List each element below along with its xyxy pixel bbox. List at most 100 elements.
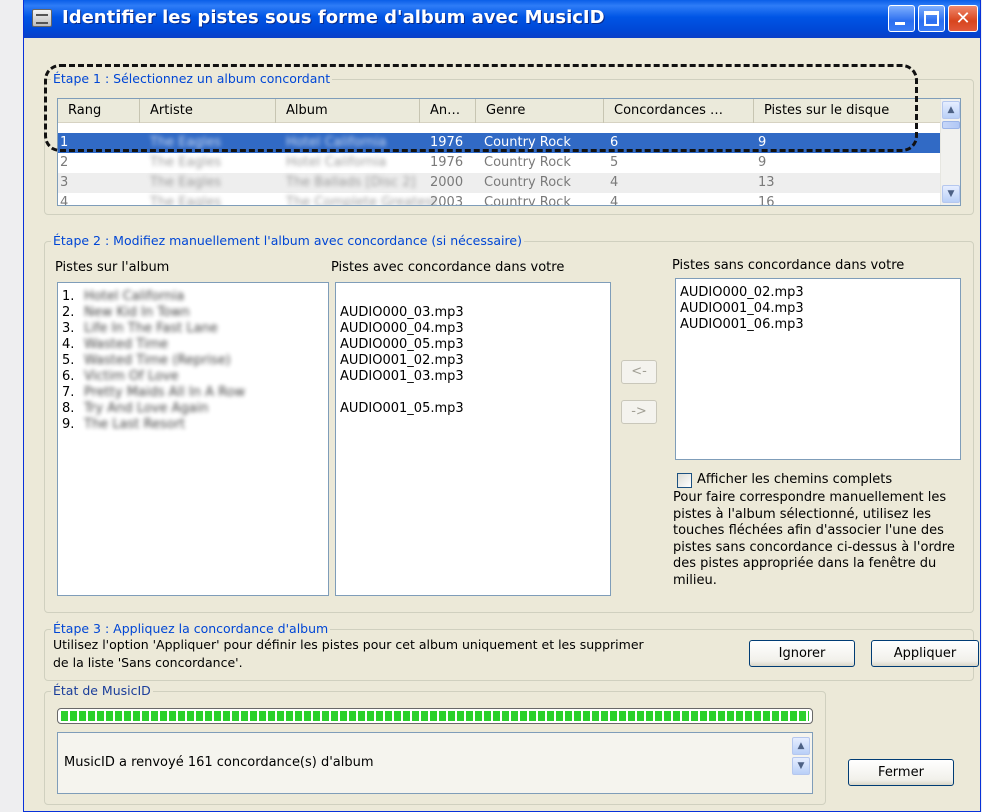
close-window-button[interactable]: ✕ — [948, 5, 978, 32]
table-header: Rang Artiste Album An… Genre Concordance… — [58, 99, 958, 123]
apply-button[interactable]: Appliquer — [871, 640, 979, 667]
cell-year: 2003 — [430, 195, 464, 206]
cell-tracks: 9 — [758, 155, 767, 170]
manual-match-help-text: Pour faire correspondre manuellement les… — [673, 490, 955, 588]
list-item[interactable]: AUDIO001_02.mp3 — [340, 353, 606, 369]
show-full-paths-checkbox[interactable] — [677, 473, 692, 488]
scroll-down-icon[interactable]: ▼ — [942, 185, 960, 203]
cell-genre: Country Rock — [484, 195, 571, 206]
step2-label: Étape 2 : Modifiez manuellement l'album … — [51, 233, 524, 248]
minimize-icon — [895, 22, 905, 25]
track-number: 3. — [62, 321, 75, 336]
list-item[interactable]: AUDIO001_04.mp3 — [680, 301, 956, 317]
unmatched-tracks-list[interactable]: AUDIO000_02.mp3 AUDIO001_04.mp3 AUDIO001… — [675, 278, 961, 460]
step2-group: Étape 2 : Modifiez manuellement l'album … — [44, 233, 974, 613]
column-header-genre[interactable]: Genre — [476, 99, 604, 123]
maximize-icon — [924, 11, 939, 26]
list-item[interactable]: 3. Life In The Fast Lane — [62, 321, 324, 337]
track-number: 9. — [62, 417, 75, 432]
move-right-button[interactable]: -> — [621, 400, 657, 424]
column-header-matches[interactable]: Concordances … — [604, 99, 754, 123]
column-header-rank[interactable]: Rang — [58, 99, 140, 123]
track-number: 5. — [62, 353, 75, 368]
list-item[interactable]: 9. The Last Resort — [62, 417, 324, 433]
column-header-artist[interactable]: Artiste — [140, 99, 276, 123]
matched-tracks-label: Pistes avec concordance dans votre — [331, 260, 565, 275]
table-row[interactable]: 2 The Eagles Hotel California 1976 Count… — [58, 153, 958, 173]
cell-genre: Country Rock — [484, 175, 571, 190]
column-header-disc-tracks[interactable]: Pistes sur le disque — [754, 99, 944, 123]
track-number: 2. — [62, 305, 75, 320]
list-item[interactable]: AUDIO000_03.mp3 — [340, 305, 606, 321]
step3-description-line1: Utilisez l'option 'Appliquer' pour défin… — [53, 637, 644, 652]
progress-fill — [61, 711, 809, 721]
cell-matches: 6 — [610, 135, 619, 150]
cell-year: 2000 — [430, 175, 464, 190]
cell-rank: 3 — [60, 175, 69, 190]
table-row[interactable]: 4 The Eagles The Complete Greatest 2003 … — [58, 193, 958, 206]
list-item[interactable] — [340, 385, 606, 401]
cell-rank: 4 — [60, 195, 69, 206]
step3-label: Étape 3 : Appliquez la concordance d'alb… — [51, 621, 331, 636]
list-item[interactable]: AUDIO000_05.mp3 — [340, 337, 606, 353]
list-item[interactable]: 1. Hotel California — [62, 289, 324, 305]
table-row[interactable]: 3 The Eagles The Ballads [Disc 2] 2000 C… — [58, 173, 958, 193]
step3-description-line2: de la liste 'Sans concordance'. — [53, 655, 243, 670]
list-item[interactable]: 4. Wasted Time — [62, 337, 324, 353]
album-match-table[interactable]: Rang Artiste Album An… Genre Concordance… — [57, 98, 961, 206]
list-item[interactable]: AUDIO000_02.mp3 — [680, 285, 956, 301]
album-tracks-label: Pistes sur l'album — [55, 260, 170, 275]
album-tracks-list[interactable]: 1. Hotel California 2. New Kid In Town 3. L… — [57, 282, 329, 596]
cell-matches: 5 — [610, 155, 619, 170]
list-item[interactable]: AUDIO001_05.mp3 — [340, 401, 606, 417]
musicid-progress-bar — [57, 708, 813, 724]
list-item[interactable]: 8. Try And Love Again — [62, 401, 324, 417]
app-icon — [32, 9, 52, 27]
cell-album: The Ballads [Disc 2] — [286, 175, 416, 190]
track-number: 1. — [62, 289, 75, 304]
status-message: MusicID a renvoyé 161 concordance(s) d'a… — [64, 755, 374, 770]
list-item[interactable]: 2. New Kid In Town — [62, 305, 324, 321]
cell-matches: 4 — [610, 195, 619, 206]
track-title: Hotel California — [84, 289, 185, 304]
list-item[interactable] — [340, 289, 606, 305]
cell-tracks: 9 — [758, 135, 767, 150]
cell-tracks: 16 — [758, 195, 775, 206]
minimize-button[interactable] — [888, 5, 915, 32]
status-message-box[interactable]: MusicID a renvoyé 161 concordance(s) d'a… — [57, 732, 813, 794]
scroll-up-icon[interactable]: ▲ — [942, 101, 960, 119]
cell-album: The Complete Greatest — [286, 195, 438, 206]
close-icon: ✕ — [955, 8, 971, 29]
list-item[interactable]: AUDIO001_03.mp3 — [340, 369, 606, 385]
track-title: Wasted Time — [84, 337, 169, 352]
ignore-button[interactable]: Ignorer — [749, 640, 855, 667]
table-scrollbar[interactable]: ▲ ▼ — [940, 99, 960, 205]
track-number: 4. — [62, 337, 75, 352]
list-item[interactable] — [340, 417, 606, 433]
table-row[interactable]: 1 The Eagles Hotel California 1976 Count… — [58, 133, 958, 153]
matched-tracks-list[interactable]: AUDIO000_03.mp3 AUDIO000_04.mp3 AUDIO000… — [335, 282, 611, 596]
column-header-year[interactable]: An… — [420, 99, 476, 123]
close-button[interactable]: Fermer — [848, 759, 954, 786]
track-title: Try And Love Again — [84, 401, 209, 416]
list-item[interactable]: 6. Victim Of Love — [62, 369, 324, 385]
column-header-album[interactable]: Album — [276, 99, 420, 123]
track-title: New Kid In Town — [84, 305, 190, 320]
musicid-status-group: État de MusicID MusicID a renvoyé 161 co… — [44, 683, 826, 805]
cell-year: 1976 — [430, 135, 464, 150]
list-item[interactable]: AUDIO000_04.mp3 — [340, 321, 606, 337]
cell-artist: The Eagles — [150, 135, 222, 150]
list-item[interactable]: 5. Wasted Time (Reprise) — [62, 353, 324, 369]
show-full-paths-label[interactable]: Afficher les chemins complets — [697, 472, 892, 487]
track-number: 6. — [62, 369, 75, 384]
track-title: Life In The Fast Lane — [84, 321, 218, 336]
list-item[interactable]: 7. Pretty Maids All In A Row — [62, 385, 324, 401]
scroll-up-icon[interactable]: ▲ — [792, 737, 810, 755]
maximize-button[interactable] — [918, 5, 945, 32]
title-bar[interactable]: Identifier les pistes sous forme d'album… — [24, 0, 980, 38]
scroll-down-icon[interactable]: ▼ — [792, 757, 810, 775]
move-left-button[interactable]: <- — [621, 360, 657, 384]
scroll-thumb[interactable] — [942, 121, 960, 129]
list-item[interactable]: AUDIO001_06.mp3 — [680, 317, 956, 333]
track-title: The Last Resort — [84, 417, 186, 432]
